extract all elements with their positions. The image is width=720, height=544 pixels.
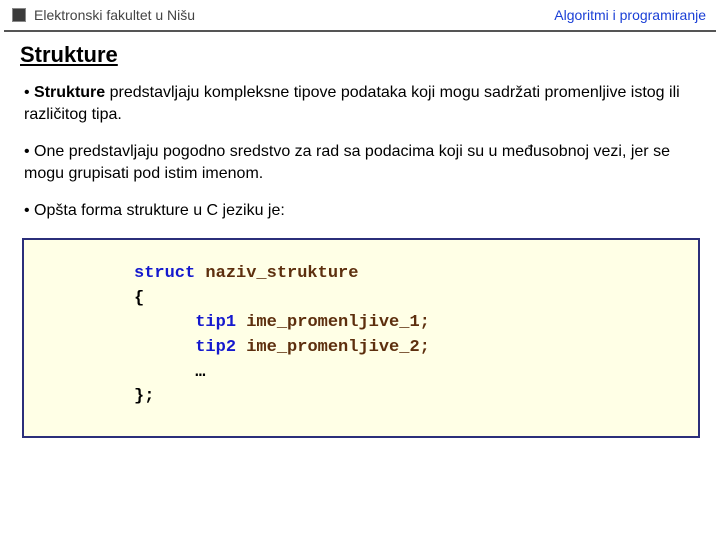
code-struct-name: naziv_strukture [195,264,358,283]
header-left: Elektronski fakultet u Nišu [12,7,195,23]
code-ellipsis: … [134,363,205,382]
code-var1: ime_promenljive_1; [236,313,430,332]
header-right-text: Algoritmi i programiranje [554,7,706,23]
code-var2: ime_promenljive_2; [236,338,430,357]
paragraph-1: • Strukture predstavljaju kompleksne tip… [24,82,696,125]
slide-header: Elektronski fakultet u Nišu Algoritmi i … [4,4,716,32]
header-decor-icon [12,8,26,22]
code-block: struct naziv_strukture { tip1 ime_promen… [22,238,700,438]
code-kw-struct: struct [134,264,195,283]
para1-rest: predstavljaju kompleksne tipove podataka… [24,84,680,123]
header-left-text: Elektronski fakultet u Nišu [34,7,195,23]
paragraph-2: • One predstavljaju pogodno sredstvo za … [24,141,696,184]
slide: Elektronski fakultet u Nišu Algoritmi i … [0,4,720,544]
bullet: • [24,84,34,101]
para1-bold: Strukture [34,84,105,101]
code-brace-open: { [134,289,144,308]
paragraph-3: • Opšta forma strukture u C jeziku je: [24,200,696,222]
slide-content: • Strukture predstavljaju kompleksne tip… [0,68,720,222]
code-brace-close: }; [134,387,154,406]
code-type2: tip2 [134,338,236,357]
slide-title: Strukture [20,42,720,68]
code-type1: tip1 [134,313,236,332]
